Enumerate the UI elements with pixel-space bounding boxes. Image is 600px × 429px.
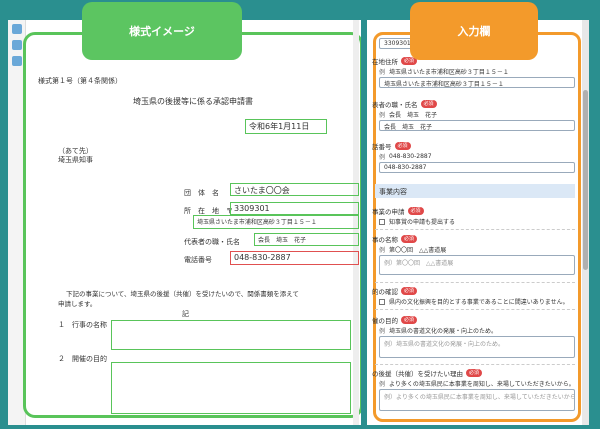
- representative-label: 代表者の職・氏名: [184, 238, 240, 246]
- postal-field: 3309301: [230, 202, 359, 215]
- phone-row: 048-830-2887: [389, 153, 432, 160]
- required-badge: 必須: [466, 369, 483, 377]
- address-input[interactable]: 埼玉県さいたま市浦和区高砂３丁目１５－１: [379, 77, 575, 88]
- required-badge: 必須: [420, 100, 437, 108]
- option-label: 県内の文化振興を目的とする事業であることに間違いありません。: [389, 299, 569, 306]
- input-form-panel: 3309301 在地住所 必須 例埼玉県さいたま市浦和区高砂３丁目１５－１ 埼玉県…: [367, 20, 589, 425]
- option-label: 知事賞の申請も提出する: [389, 219, 456, 226]
- governor-label: 埼玉県知事: [58, 156, 93, 164]
- org-name-field: さいたま〇〇会: [230, 183, 359, 196]
- address-label: 在地住所 必須: [372, 56, 418, 66]
- example-prefix: 例: [379, 154, 386, 161]
- checkbox[interactable]: [379, 218, 385, 225]
- divider: [375, 282, 575, 283]
- item-1-label: １ 行事の名称: [58, 321, 107, 329]
- date-field: 令和6年1月11日: [245, 119, 327, 134]
- question-1-label: 事業の申請 必須: [372, 206, 424, 216]
- divider: [375, 309, 575, 310]
- toolbar-icon[interactable]: [12, 24, 22, 34]
- example-prefix: 例: [379, 69, 386, 76]
- section-title: 事業内容: [375, 184, 575, 198]
- required-badge: 必須: [401, 235, 418, 243]
- question-4-label: 催の目的 必須: [372, 315, 418, 325]
- question-2-label: 事の名称 必須: [372, 234, 418, 244]
- phone-label: 話番号 必須: [372, 141, 411, 151]
- address-row: 埼玉県さいたま市浦和区高砂３丁目１５－１: [389, 69, 509, 76]
- phone-label: 電話番号: [184, 256, 212, 264]
- representative-row: 会長 埼玉 花子: [389, 112, 438, 119]
- example-prefix: 例: [379, 381, 386, 388]
- phone-input[interactable]: 048-830-2887: [379, 162, 575, 173]
- divider: [375, 229, 575, 230]
- preview-header: 様式イメージ: [82, 2, 242, 60]
- document-title: 埼玉県の後援等に係る承認申請書: [133, 97, 253, 106]
- representative-label: 表者の職・氏名 必須: [372, 99, 437, 109]
- body-text-line-1: 下記の事業について、埼玉県の後援（共催）を受けたいので、関係書類を添えて: [66, 290, 299, 298]
- purpose-row: 埼玉県の書道文化の発展・向上のため。: [389, 328, 498, 335]
- representative-input[interactable]: 会長 埼玉 花子: [379, 120, 575, 131]
- event-name-textarea[interactable]: 例）第〇〇回 △△書道展: [379, 255, 575, 275]
- required-badge: 必須: [394, 142, 411, 150]
- address-field: 埼玉県さいたま市浦和区高砂３丁目１５－１: [193, 215, 359, 229]
- question-3-label: 的の確認 必須: [372, 286, 418, 296]
- scroll-thumb[interactable]: [583, 90, 588, 270]
- required-badge: 必須: [407, 207, 424, 215]
- item-2-label: ２ 開催の目的: [58, 355, 107, 363]
- toolbar-icon[interactable]: [12, 40, 22, 50]
- example-prefix: 例: [379, 247, 386, 254]
- event-name-row: 第〇〇回 △△書道展: [389, 247, 447, 254]
- example-prefix: 例: [379, 112, 386, 119]
- required-badge: 必須: [401, 316, 418, 324]
- org-name-label: 団 体 名: [184, 189, 219, 197]
- event-name-box: [111, 320, 351, 350]
- divider: [375, 364, 575, 365]
- required-badge: 必須: [401, 287, 418, 295]
- document-preview-panel: 様式第１号（第４条関係） 埼玉県の後援等に係る承認申請書 令和6年1月11日 （…: [8, 20, 361, 425]
- purpose-textarea[interactable]: 例）埼玉県の書道文化の発展・向上のため。: [379, 336, 575, 358]
- checkbox[interactable]: [379, 298, 385, 305]
- reason-row: より多くの埼玉県民に本事業を周知し、来場していただきたいから。: [389, 381, 575, 388]
- example-prefix: 例: [379, 328, 386, 335]
- ki-label: 記: [182, 310, 189, 318]
- reason-textarea[interactable]: 例）より多くの埼玉県民に本事業を周知し、来場していただきたいから。: [379, 389, 575, 411]
- form-number: 様式第１号（第４条関係）: [38, 77, 122, 85]
- toolbar-icon[interactable]: [12, 56, 22, 66]
- form-scrollbar[interactable]: [582, 20, 589, 425]
- question-5-label: の後援（共催）を受けたい理由 必須: [372, 368, 483, 378]
- phone-field: 048-830-2887: [230, 251, 359, 265]
- representative-field: 会長 埼玉 花子: [254, 233, 359, 246]
- purpose-box: [111, 362, 351, 414]
- input-header: 入力欄: [410, 2, 538, 60]
- body-text-line-2: 申請します。: [58, 300, 97, 308]
